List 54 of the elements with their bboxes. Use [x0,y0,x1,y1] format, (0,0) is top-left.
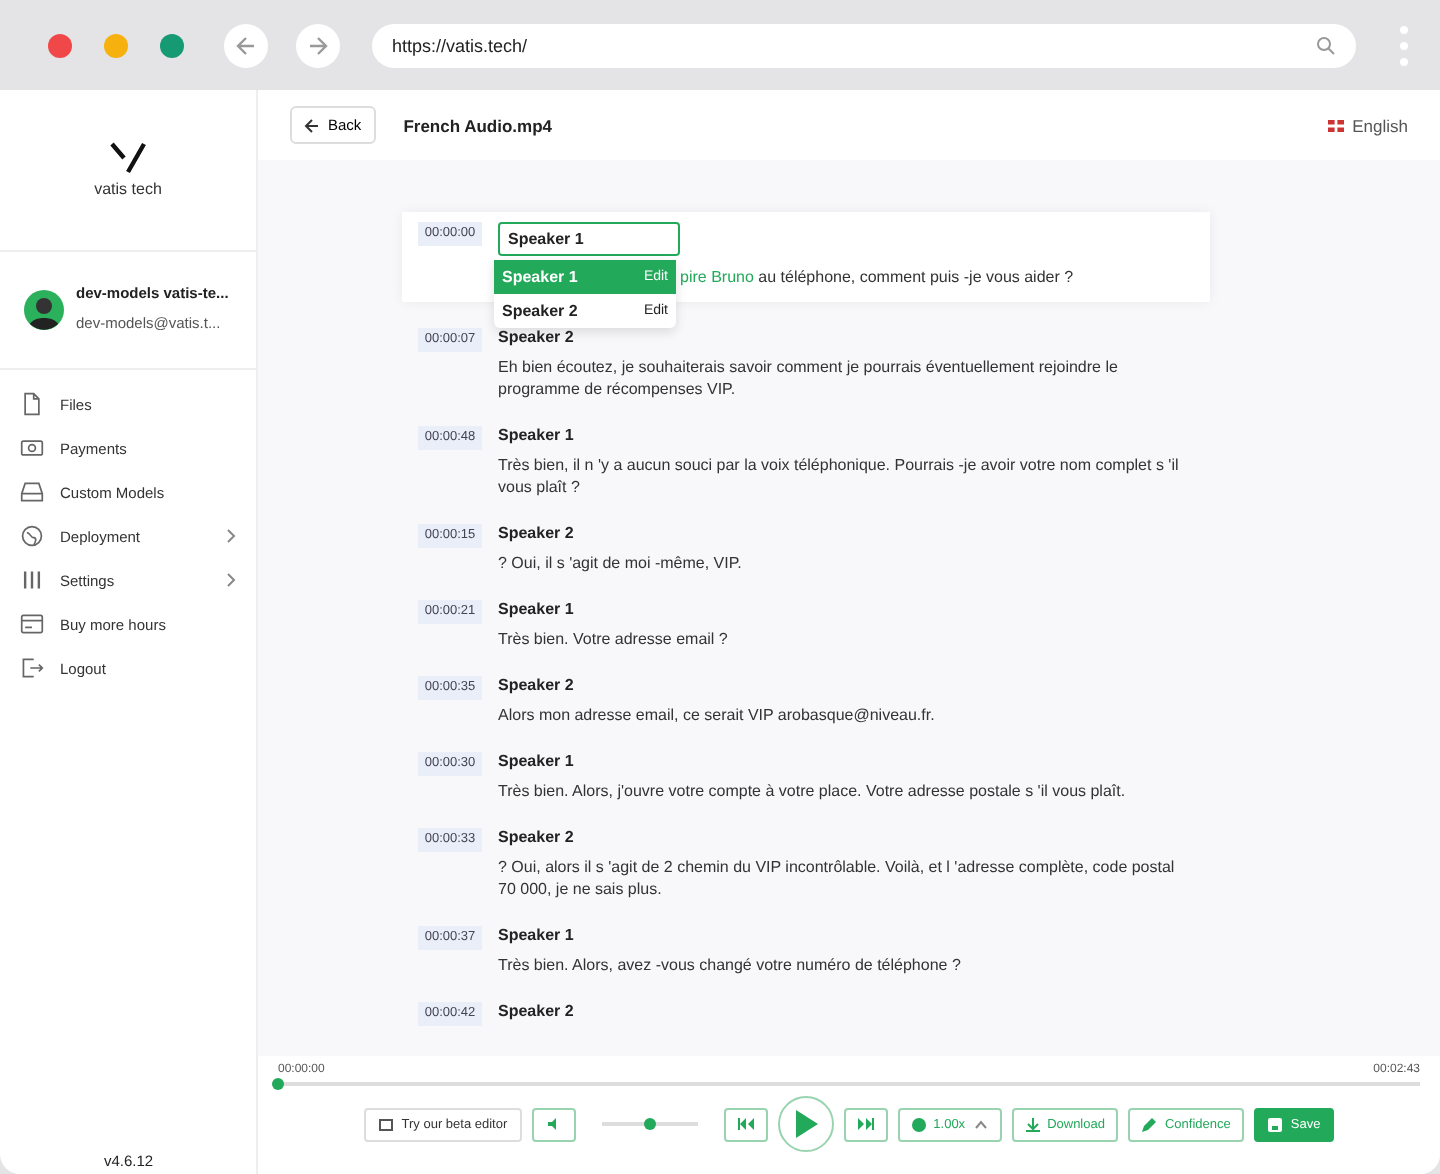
chevron-icon [226,572,236,588]
flag-icon [1328,119,1345,131]
transcript-text[interactable]: ? Oui, alors il s 'agit de 2 chemin du VIP incontrôlable. Voilà, et l 'adresse complète, code postal 70 000, je ne sais plus. [498,856,1182,900]
sliders-icon [20,568,44,592]
progress-thumb[interactable] [272,1078,284,1090]
play-icon [793,1110,818,1138]
skip-forward-icon [857,1118,874,1130]
speaker-name[interactable]: Speaker 1 [498,426,1182,444]
logo-icon [110,142,146,174]
speaker-name[interactable]: Speaker 2 [498,828,1182,846]
address-bar[interactable]: https://vatis.tech/ [372,23,1356,67]
pencil-icon [1142,1117,1157,1131]
forward-button[interactable] [843,1107,888,1141]
language-selector[interactable]: English [1328,115,1408,135]
logo-text: vatis tech [94,180,162,198]
transcript-text[interactable]: Eh bien écoutez, je souhaiterais savoir comment je pourrais éventuellement rejoindre le programme de récompenses VIP. [498,356,1182,400]
play-button[interactable] [777,1096,834,1152]
speaker-icon [545,1116,562,1132]
close-dot[interactable] [48,33,72,57]
transcript-text[interactable]: ? Oui, il s 'agit de moi -même, VIP. [498,552,1182,574]
minimize-dot[interactable] [104,33,128,57]
maximize-dot[interactable] [160,33,184,57]
speaker-name[interactable]: Speaker 1 [498,926,1182,944]
transcript-text[interactable]: Très bien, il n 'y a aucun souci par la voix téléphonique. Pourrais -je avoir votre nom complet s 'il vous plaît ? [498,454,1182,498]
globe-icon [20,524,44,548]
card-icon [20,612,44,636]
skip-back-icon [737,1118,754,1130]
speaker-name[interactable]: Speaker 2 [498,676,1182,694]
speaker-name[interactable]: Speaker 1 [498,752,1182,770]
speaker-name[interactable]: Speaker 2 [498,524,1182,542]
speaker-field[interactable]: Speaker 1 [498,222,680,256]
transcript-text[interactable]: Alors mon adresse email, ce serait VIP arobasque@niveau.fr. [498,704,1182,726]
avatar [24,290,64,330]
payment-icon [20,436,44,460]
volume-thumb[interactable] [643,1118,656,1130]
caret-icon [973,1119,988,1129]
drive-icon [20,480,44,504]
rewind-button[interactable] [723,1107,768,1141]
speaker-name[interactable]: Speaker 2 [498,328,1182,346]
chevron-icon [226,528,236,544]
transcript-text[interactable]: Très bien. Alors, avez -vous changé votre numéro de téléphone ? [498,954,1182,976]
speaker-name[interactable]: Speaker 2 [498,1002,1182,1020]
save-icon [1268,1117,1283,1131]
editor-icon [377,1116,394,1132]
file-title: French Audio.mp4 [403,115,554,135]
transcript-text[interactable]: Très bien. Alors, j'ouvre votre compte à votre place. Votre adresse postale s 'il vous plaît. [498,780,1182,802]
speaker-name[interactable]: Speaker 1 [498,600,1182,618]
arrow-left-icon [304,117,320,133]
logout-icon [20,656,44,680]
transcript-text[interactable]: Très bien. Votre adresse email ? [498,628,1182,650]
file-icon [20,392,44,416]
download-icon [1025,1117,1040,1131]
search-icon[interactable] [1316,35,1336,55]
volume-button[interactable] [531,1107,576,1141]
